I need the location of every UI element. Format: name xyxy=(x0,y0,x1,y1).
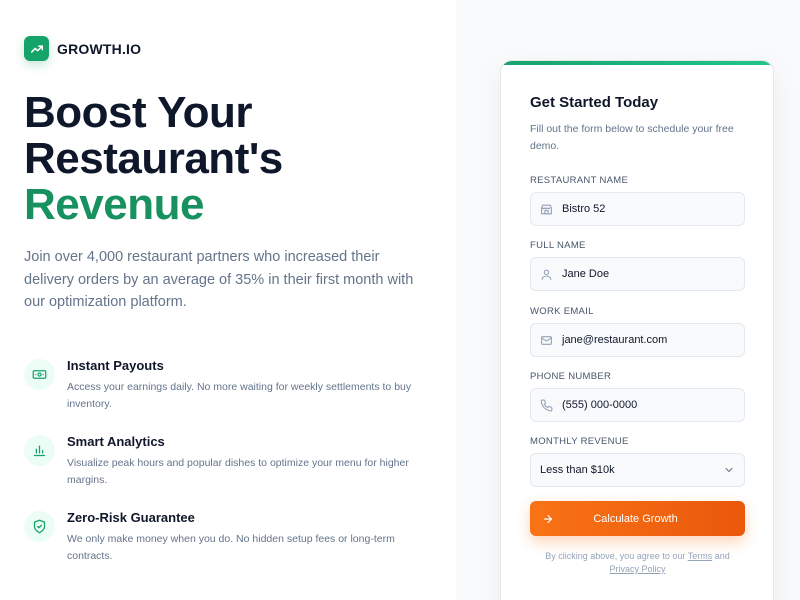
input-value: Jane Doe xyxy=(562,268,610,280)
field-label: PHONE NUMBER xyxy=(530,371,612,382)
monthly-revenue-field: MONTHLY REVENUE Less than $10k xyxy=(530,436,745,487)
field-label: WORK EMAIL xyxy=(530,306,594,317)
bar-chart-icon xyxy=(24,435,55,466)
terms-link[interactable]: Terms xyxy=(688,551,713,561)
phone-icon xyxy=(540,399,553,411)
signup-card: Get Started Today Fill out the form belo… xyxy=(500,60,774,600)
form-title: Get Started Today xyxy=(530,94,659,111)
legal-prefix: By clicking above, you agree to our xyxy=(545,551,686,561)
select-value: Less than $10k xyxy=(540,464,615,476)
money-icon xyxy=(24,359,55,390)
feature-smart-analytics: Smart Analytics Visualize peak hours and… xyxy=(24,433,424,489)
feature-title: Smart Analytics xyxy=(67,434,165,449)
hero: Boost Your Restaurant's Revenue Join ove… xyxy=(24,90,444,314)
feature-title: Zero-Risk Guarantee xyxy=(67,510,195,525)
work-email-input[interactable]: jane@restaurant.com xyxy=(530,323,745,357)
field-label: MONTHLY REVENUE xyxy=(530,436,629,447)
store-icon xyxy=(541,204,552,214)
chevron-down-icon xyxy=(725,467,733,473)
shield-check-icon xyxy=(24,511,55,542)
privacy-policy-link[interactable]: Privacy Policy xyxy=(609,564,665,574)
full-name-field: FULL NAME Jane Doe xyxy=(530,240,745,291)
button-label: Calculate Growth xyxy=(593,512,678,525)
input-value: jane@restaurant.com xyxy=(562,334,668,346)
feature-zero-risk: Zero-Risk Guarantee We only make money w… xyxy=(24,509,424,565)
phone-number-field: PHONE NUMBER (555) 000-0000 xyxy=(530,371,745,422)
field-label: FULL NAME xyxy=(530,240,586,251)
feature-text: Visualize peak hours and popular dishes … xyxy=(67,457,409,486)
calculate-growth-button[interactable]: Calculate Growth xyxy=(530,501,745,536)
hero-title: Boost Your Restaurant's Revenue xyxy=(24,90,444,228)
user-icon xyxy=(541,269,552,280)
feature-instant-payouts: Instant Payouts Access your earnings dai… xyxy=(24,357,424,413)
full-name-input[interactable]: Jane Doe xyxy=(530,257,745,291)
trending-up-icon xyxy=(24,36,49,61)
restaurant-name-field: RESTAURANT NAME Bistro 52 xyxy=(530,175,745,226)
monthly-revenue-select[interactable]: Less than $10k xyxy=(530,453,745,487)
form-subtitle: Fill out the form below to schedule your… xyxy=(530,123,734,152)
feature-content: Instant Payouts Access your earnings dai… xyxy=(67,357,424,413)
feature-text: Access your earnings daily. No more wait… xyxy=(67,381,412,410)
restaurant-name-input[interactable]: Bistro 52 xyxy=(530,192,745,226)
field-label: RESTAURANT NAME xyxy=(530,175,629,186)
hero-description: Join over 4,000 restaurant partners who … xyxy=(24,249,414,310)
mail-icon xyxy=(541,335,552,345)
brand-name: GROWTH.IO xyxy=(57,40,142,57)
legal-and: and xyxy=(714,551,730,561)
hero-title-line1: Boost Your xyxy=(24,88,253,137)
brand[interactable]: GROWTH.IO xyxy=(24,36,141,61)
phone-number-input[interactable]: (555) 000-0000 xyxy=(530,388,745,422)
features-list: Instant Payouts Access your earnings dai… xyxy=(24,357,424,585)
feature-title: Instant Payouts xyxy=(67,358,164,373)
feature-content: Smart Analytics Visualize peak hours and… xyxy=(67,433,424,489)
feature-text: We only make money when you do. No hidde… xyxy=(67,533,395,562)
work-email-field: WORK EMAIL jane@restaurant.com xyxy=(530,306,745,357)
card-accent-bar xyxy=(501,61,773,65)
feature-content: Zero-Risk Guarantee We only make money w… xyxy=(67,509,424,565)
hero-title-line2: Restaurant's xyxy=(24,134,283,183)
legal-notice: By clicking above, you agree to our Term… xyxy=(530,550,745,576)
input-value: Bistro 52 xyxy=(562,203,606,215)
arrow-right-icon xyxy=(543,514,553,523)
input-value: (555) 000-0000 xyxy=(562,399,638,411)
hero-title-accent: Revenue xyxy=(24,180,204,229)
